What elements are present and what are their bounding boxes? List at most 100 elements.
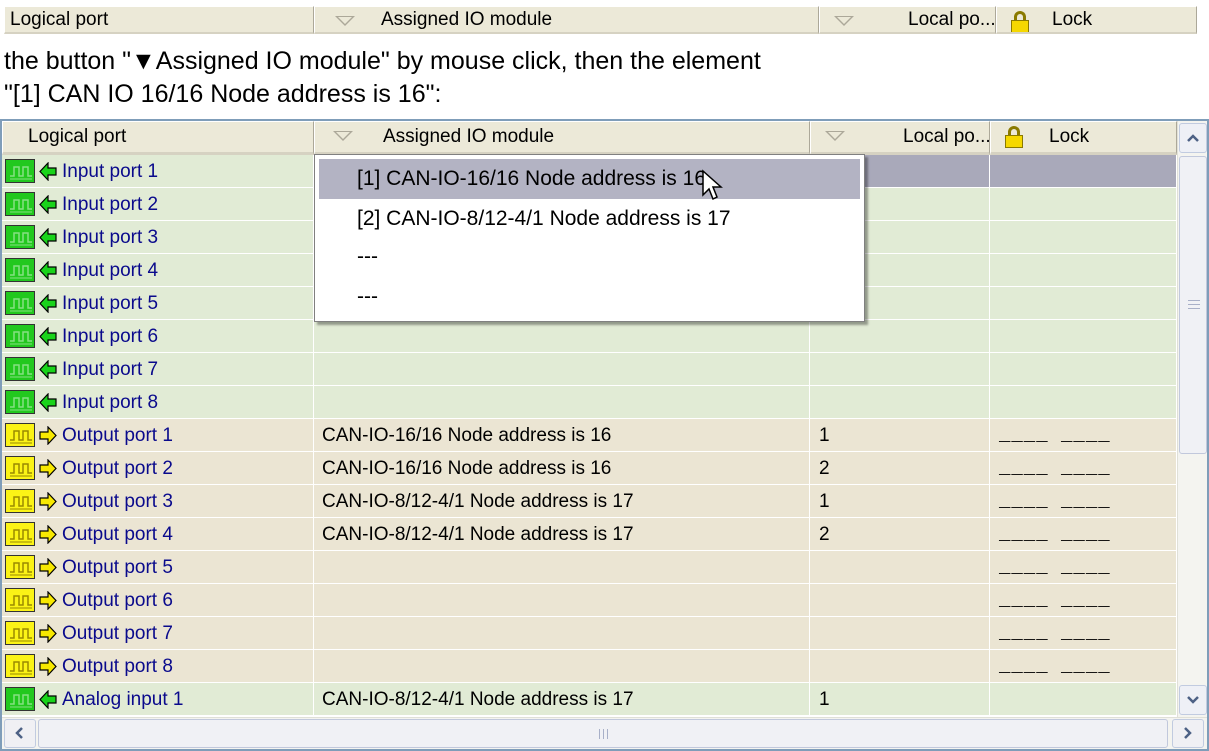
digital-output-icon [5, 456, 35, 480]
scroll-up-button[interactable] [1179, 123, 1207, 153]
logical-port-cell[interactable]: Output port 2 [2, 452, 314, 485]
lock-cell[interactable] [990, 683, 1177, 716]
dropdown-option[interactable]: --- [319, 277, 860, 317]
table-row[interactable]: Output port 7 ____ ____ [2, 617, 1177, 650]
lock-cell[interactable]: ____ ____ [990, 452, 1177, 485]
local-port-cell[interactable] [810, 551, 990, 584]
assigned-module-cell[interactable]: CAN-IO-16/16 Node address is 16 [314, 419, 810, 452]
lock-text: ____ ____ [999, 457, 1111, 479]
table-row[interactable]: Input port 6 [2, 320, 1177, 353]
logical-port-cell[interactable]: Output port 3 [2, 485, 314, 518]
lock-cell[interactable] [990, 155, 1177, 188]
lock-cell[interactable] [990, 386, 1177, 419]
table-row[interactable]: Output port 4 CAN-IO-8/12-4/1 Node addres… [2, 518, 1177, 551]
assigned-module-cell[interactable] [314, 320, 810, 353]
table-row[interactable]: Output port 5 ____ ____ [2, 551, 1177, 584]
column-header-local-port[interactable]: Local po... [810, 121, 990, 155]
top-header-local-port[interactable]: Local po... [819, 6, 996, 34]
assigned-module-cell[interactable] [314, 551, 810, 584]
lock-cell[interactable]: ____ ____ [990, 485, 1177, 518]
scroll-left-button[interactable] [4, 719, 36, 748]
lock-cell[interactable] [990, 254, 1177, 287]
table-row[interactable]: Analog input 1 CAN-IO-8/12-4/1 Node addre… [2, 683, 1177, 716]
logical-port-cell[interactable]: Input port 2 [2, 188, 314, 221]
logical-port-cell[interactable]: Input port 1 [2, 155, 314, 188]
module-text: CAN-IO-8/12-4/1 Node address is 17 [322, 491, 634, 512]
lock-cell[interactable] [990, 287, 1177, 320]
horizontal-scroll-thumb[interactable] [38, 719, 1168, 748]
arrow-right-icon [39, 657, 57, 676]
module-text: CAN-IO-8/12-4/1 Node address is 17 [322, 689, 634, 710]
column-header-lock[interactable]: Lock [990, 121, 1177, 155]
dropdown-option[interactable]: [2] CAN-IO-8/12-4/1 Node address is 17 [319, 199, 860, 239]
scroll-right-button[interactable] [1172, 719, 1204, 748]
lock-cell[interactable]: ____ ____ [990, 584, 1177, 617]
lock-cell[interactable]: ____ ____ [990, 419, 1177, 452]
logical-port-cell[interactable]: Output port 5 [2, 551, 314, 584]
dropdown-option[interactable]: --- [319, 237, 860, 277]
lock-cell[interactable] [990, 188, 1177, 221]
local-port-cell[interactable]: 1 [810, 485, 990, 518]
local-port-cell[interactable]: 1 [810, 683, 990, 716]
logical-port-cell[interactable]: Output port 6 [2, 584, 314, 617]
lock-cell[interactable] [990, 353, 1177, 386]
local-port-cell[interactable] [810, 584, 990, 617]
vertical-scrollbar[interactable] [1177, 121, 1207, 717]
dropdown-triangle-icon [335, 16, 355, 26]
assigned-module-cell[interactable] [314, 650, 810, 683]
assigned-module-cell[interactable] [314, 617, 810, 650]
column-header-logical-port[interactable]: Logical port [2, 121, 314, 155]
assigned-module-cell[interactable] [314, 386, 810, 419]
table-row[interactable]: Output port 6 ____ ____ [2, 584, 1177, 617]
logical-port-cell[interactable]: Input port 5 [2, 287, 314, 320]
logical-port-cell[interactable]: Input port 6 [2, 320, 314, 353]
logical-port-cell[interactable]: Input port 3 [2, 221, 314, 254]
port-name: Input port 3 [62, 227, 159, 248]
local-port-cell[interactable]: 2 [810, 518, 990, 551]
table-row[interactable]: Output port 1 CAN-IO-16/16 Node address i… [2, 419, 1177, 452]
logical-port-cell[interactable]: Analog input 1 [2, 683, 314, 716]
local-port-cell[interactable] [810, 650, 990, 683]
lock-cell[interactable]: ____ ____ [990, 650, 1177, 683]
column-header-assigned-module[interactable]: Assigned IO module [314, 121, 810, 155]
lock-cell[interactable] [990, 320, 1177, 353]
arrow-right-icon [39, 426, 57, 445]
logical-port-cell[interactable]: Output port 1 [2, 419, 314, 452]
logical-port-cell[interactable]: Input port 8 [2, 386, 314, 419]
lock-cell[interactable]: ____ ____ [990, 518, 1177, 551]
logical-port-cell[interactable]: Input port 7 [2, 353, 314, 386]
assigned-module-cell[interactable]: CAN-IO-8/12-4/1 Node address is 17 [314, 485, 810, 518]
local-port-cell[interactable] [810, 353, 990, 386]
logical-port-cell[interactable]: Input port 4 [2, 254, 314, 287]
logical-port-cell[interactable]: Output port 7 [2, 617, 314, 650]
local-port-text: 1 [819, 425, 830, 446]
logical-port-cell[interactable]: Output port 8 [2, 650, 314, 683]
scroll-down-button[interactable] [1179, 685, 1207, 715]
assigned-module-cell[interactable] [314, 353, 810, 386]
assigned-module-cell[interactable] [314, 584, 810, 617]
top-header-assigned-module[interactable]: Assigned IO module [314, 6, 819, 34]
logical-port-cell[interactable]: Output port 4 [2, 518, 314, 551]
assigned-module-dropdown[interactable]: [1] CAN-IO-16/16 Node address is 16 [2] … [314, 154, 865, 322]
local-port-cell[interactable] [810, 617, 990, 650]
lock-cell[interactable] [990, 221, 1177, 254]
table-row[interactable]: Output port 2 CAN-IO-16/16 Node address i… [2, 452, 1177, 485]
local-port-cell[interactable]: 2 [810, 452, 990, 485]
dropdown-option[interactable]: [1] CAN-IO-16/16 Node address is 16 [319, 159, 860, 199]
lock-cell[interactable]: ____ ____ [990, 551, 1177, 584]
local-port-cell[interactable] [810, 320, 990, 353]
assigned-module-cell[interactable]: CAN-IO-16/16 Node address is 16 [314, 452, 810, 485]
horizontal-scrollbar[interactable] [2, 717, 1207, 749]
table-row[interactable]: Input port 8 [2, 386, 1177, 419]
lock-cell[interactable]: ____ ____ [990, 617, 1177, 650]
local-port-cell[interactable] [810, 386, 990, 419]
table-row[interactable]: Output port 3 CAN-IO-8/12-4/1 Node addres… [2, 485, 1177, 518]
local-port-cell[interactable]: 1 [810, 419, 990, 452]
assigned-module-cell[interactable]: CAN-IO-8/12-4/1 Node address is 17 [314, 683, 810, 716]
table-row[interactable]: Output port 8 ____ ____ [2, 650, 1177, 683]
top-header-logical-port[interactable]: Logical port [4, 6, 314, 34]
table-row[interactable]: Input port 7 [2, 353, 1177, 386]
assigned-module-cell[interactable]: CAN-IO-8/12-4/1 Node address is 17 [314, 518, 810, 551]
vertical-scroll-thumb[interactable] [1179, 156, 1207, 454]
top-header-lock[interactable]: Lock [996, 6, 1197, 34]
